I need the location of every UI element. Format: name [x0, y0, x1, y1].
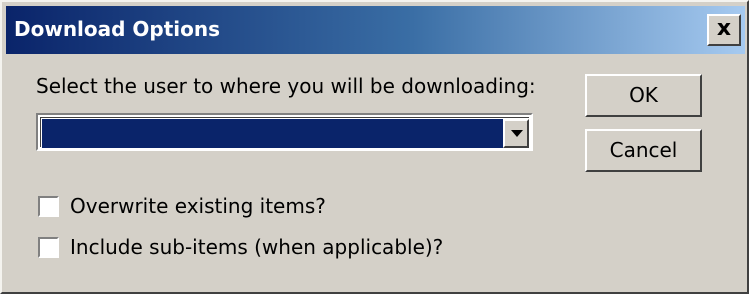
include-subitems-checkbox[interactable] — [37, 236, 60, 259]
chevron-down-icon — [511, 130, 523, 137]
user-select-frame — [40, 117, 529, 148]
include-subitems-label[interactable]: Include sub-items (when applicable)? — [70, 235, 443, 259]
cancel-button[interactable]: Cancel — [585, 129, 702, 172]
window-title: Download Options — [14, 17, 221, 41]
close-icon: x — [716, 16, 732, 41]
user-select-label: Select the user to where you will be dow… — [36, 74, 536, 98]
dropdown-arrow-button[interactable] — [503, 119, 529, 148]
overwrite-existing-label[interactable]: Overwrite existing items? — [70, 194, 326, 218]
user-select-dropdown[interactable] — [36, 113, 533, 151]
ok-button[interactable]: OK — [585, 74, 702, 117]
overwrite-existing-checkbox[interactable] — [37, 195, 60, 218]
close-button[interactable]: x — [707, 14, 741, 46]
title-bar[interactable]: Download Options x — [6, 6, 745, 54]
download-options-dialog: Download Options x Select the user to wh… — [0, 0, 749, 294]
user-select-value[interactable] — [42, 119, 503, 148]
